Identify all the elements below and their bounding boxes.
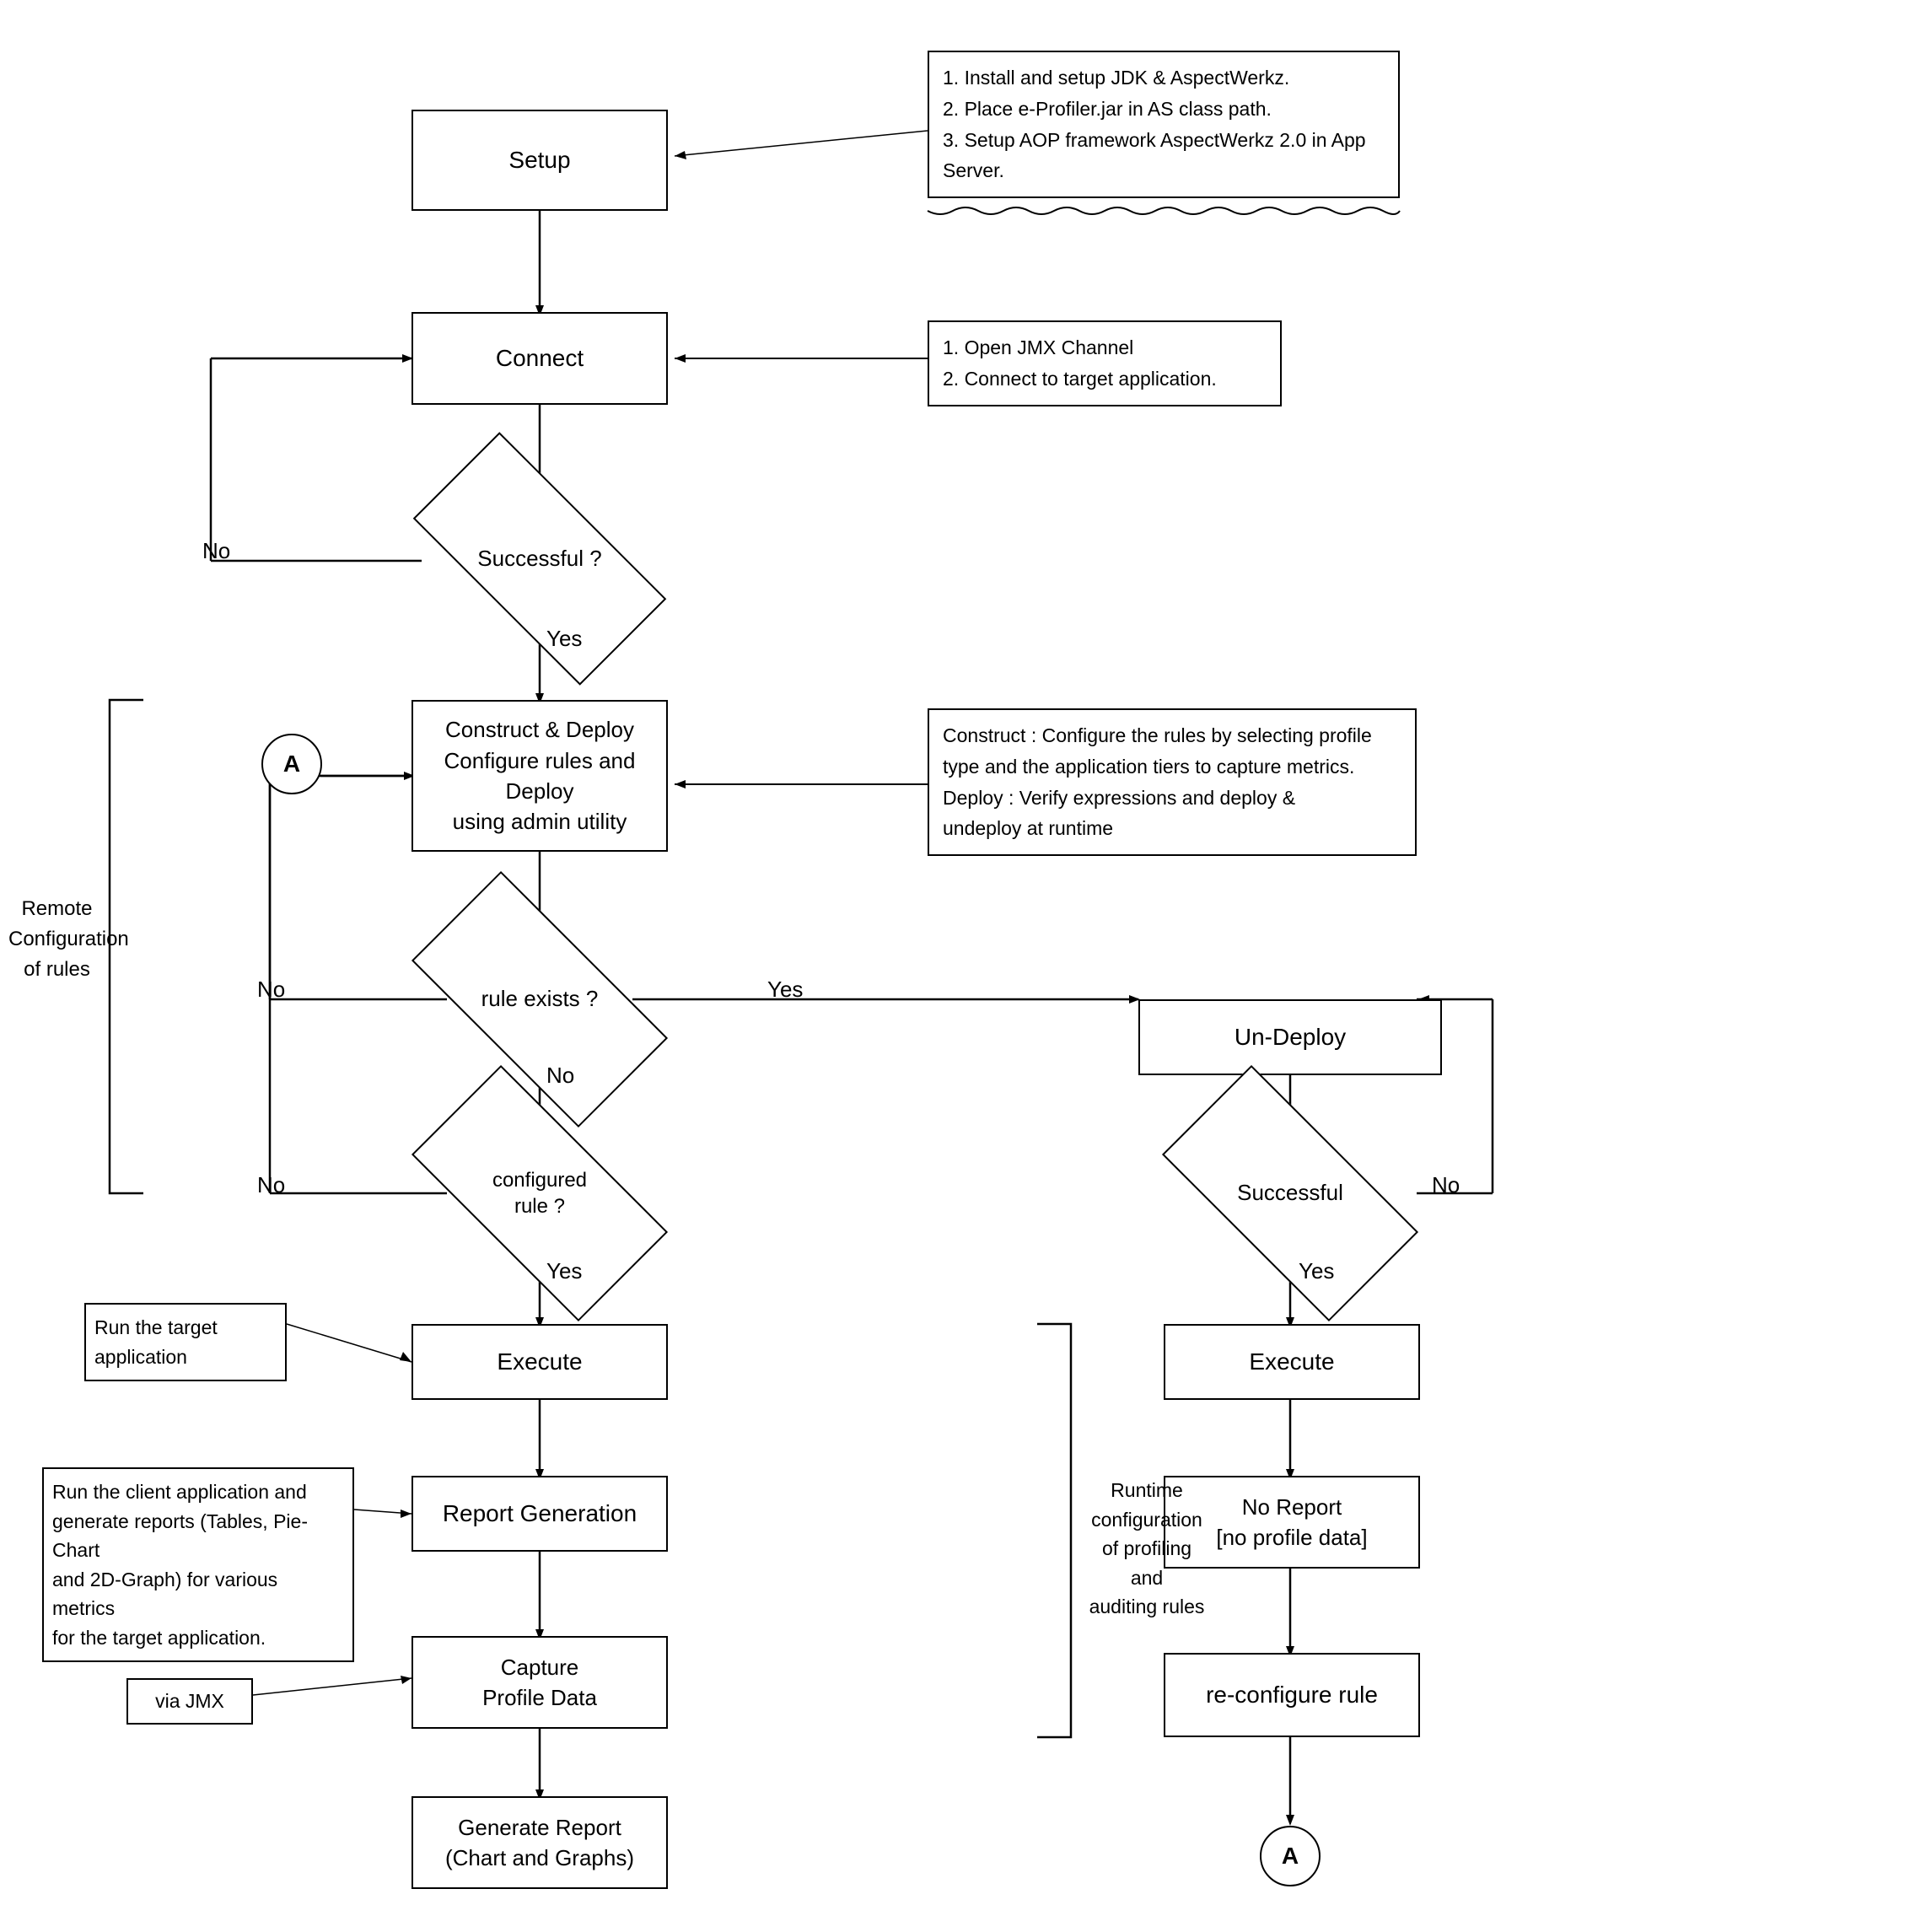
execute1-label: Execute — [497, 1347, 582, 1377]
rule-exists-label: rule exists ? — [481, 985, 599, 1014]
generate-report-label: Generate Report (Chart and Graphs) — [445, 1812, 634, 1874]
capture-profile-label: Capture Profile Data — [482, 1652, 597, 1714]
circle-a-top: A — [261, 734, 322, 794]
successful1-label: Successful ? — [477, 545, 601, 573]
runtime-config-label: Runtime configuration of profiling and a… — [1084, 1476, 1210, 1622]
setup-note-text: 1. Install and setup JDK & AspectWerkz. … — [943, 67, 1366, 181]
setup-note: 1. Install and setup JDK & AspectWerkz. … — [928, 51, 1400, 198]
via-jmx-note: via JMX — [126, 1678, 253, 1725]
connect-note: 1. Open JMX Channel 2. Connect to target… — [928, 320, 1282, 406]
no2-label: No — [257, 977, 285, 1003]
no4-label: No — [1432, 1172, 1460, 1198]
construct-note: Construct : Configure the rules by selec… — [928, 708, 1417, 856]
diagram-container: Setup Connect Successful ? No Yes A Cons… — [0, 0, 1915, 1932]
no2b-label: No — [546, 1063, 574, 1089]
reconfigure-rule-box: re-configure rule — [1164, 1653, 1420, 1737]
construct-note-text: Construct : Configure the rules by selec… — [943, 724, 1372, 839]
yes1-label: Yes — [546, 626, 582, 652]
client-report-note-text: Run the client application and generate … — [52, 1481, 308, 1649]
successful2-label: Successful — [1237, 1179, 1343, 1208]
yes4-label: Yes — [1299, 1258, 1334, 1284]
undeploy-box: Un-Deploy — [1138, 999, 1442, 1075]
execute2-box: Execute — [1164, 1324, 1420, 1400]
no1-label: No — [202, 538, 230, 564]
undeploy-label: Un-Deploy — [1235, 1022, 1346, 1052]
yes2-label: Yes — [767, 977, 803, 1003]
run-target-note: Run the target application — [84, 1303, 287, 1381]
capture-profile-box: Capture Profile Data — [412, 1636, 668, 1729]
setup-box: Setup — [412, 110, 668, 211]
rule-exists-diamond: rule exists ? — [422, 936, 658, 1063]
report-generation-label: Report Generation — [443, 1499, 637, 1529]
no3-label: No — [257, 1172, 285, 1198]
circle-a-bottom-label: A — [1282, 1843, 1299, 1870]
construct-deploy-label: Construct & Deploy Configure rules and D… — [413, 714, 666, 837]
run-target-note-text: Run the target application — [94, 1316, 218, 1368]
reconfigure-rule-label: re-configure rule — [1206, 1680, 1378, 1710]
configured-rule-label: configured rule ? — [492, 1167, 587, 1219]
generate-report-box: Generate Report (Chart and Graphs) — [412, 1796, 668, 1889]
successful1-diamond: Successful ? — [422, 498, 658, 620]
yes3-label: Yes — [546, 1258, 582, 1284]
successful2-diamond: Successful — [1172, 1130, 1408, 1257]
report-generation-box: Report Generation — [412, 1476, 668, 1552]
connect-note-text: 1. Open JMX Channel 2. Connect to target… — [943, 336, 1217, 390]
setup-label: Setup — [508, 145, 570, 175]
connect-box: Connect — [412, 312, 668, 405]
configured-rule-diamond: configured rule ? — [422, 1130, 658, 1257]
remote-config-label: Remote Configuration of rules — [8, 894, 105, 985]
client-report-note: Run the client application and generate … — [42, 1467, 354, 1662]
via-jmx-note-text: via JMX — [155, 1690, 224, 1712]
connect-label: Connect — [496, 343, 584, 374]
circle-a-bottom: A — [1260, 1826, 1321, 1886]
construct-deploy-box: Construct & Deploy Configure rules and D… — [412, 700, 668, 852]
circle-a-top-label: A — [283, 751, 300, 778]
no-report-label: No Report [no profile data] — [1216, 1492, 1367, 1553]
execute1-box: Execute — [412, 1324, 668, 1400]
execute2-label: Execute — [1249, 1347, 1334, 1377]
